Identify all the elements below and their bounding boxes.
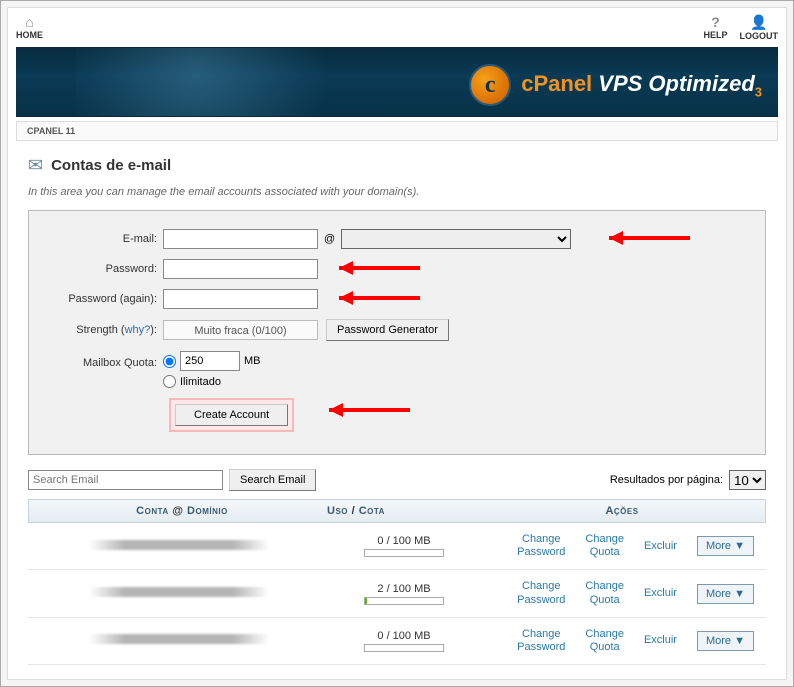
- arrow-annotation: [339, 261, 434, 275]
- create-account-form: E-mail: @ Password: Password (again): St…: [28, 210, 766, 455]
- logout-link[interactable]: 👤 LOGOUT: [740, 14, 779, 41]
- change-quota-link[interactable]: ChangeQuota: [585, 533, 624, 559]
- domain-select[interactable]: [341, 229, 571, 249]
- help-icon: ?: [703, 14, 727, 30]
- quota-unlimited-label: Ilimitado: [180, 376, 221, 388]
- page-intro: In this area you can manage the email ac…: [28, 186, 766, 198]
- table-row: 2 / 100 MB ChangePassword ChangeQuota Exclu…: [28, 570, 766, 617]
- search-input[interactable]: [28, 470, 223, 490]
- table-row: 0 / 100 MB ChangePassword ChangeQuota Exclu…: [28, 618, 766, 665]
- email-label: E-mail:: [43, 233, 163, 245]
- help-link[interactable]: ? HELP: [703, 14, 727, 41]
- top-toolbar: ⌂ HOME ? HELP 👤 LOGOUT: [8, 8, 786, 47]
- strength-label: Strength (why?):: [43, 324, 163, 336]
- logout-icon: 👤: [740, 14, 779, 31]
- create-highlight: Create Account: [169, 398, 294, 432]
- account-cell: [89, 540, 269, 550]
- results-per-page-select[interactable]: 10: [729, 470, 766, 490]
- quota-unlimited-radio[interactable]: [163, 375, 176, 388]
- home-icon: ⌂: [16, 14, 43, 30]
- delete-link[interactable]: Excluir: [644, 634, 677, 647]
- account-cell: [89, 587, 269, 597]
- change-quota-link[interactable]: ChangeQuota: [585, 580, 624, 606]
- table-header: Conta @ Domínio Uso / Cota Ações: [28, 499, 766, 523]
- brand-text: cPanel VPS Optimized3: [521, 71, 762, 99]
- help-label: HELP: [703, 30, 727, 40]
- password-label: Password:: [43, 263, 163, 275]
- table-row: 0 / 100 MB ChangePassword ChangeQuota Exclu…: [28, 523, 766, 570]
- change-password-link[interactable]: ChangePassword: [517, 533, 565, 559]
- page-title: Contas de e-mail: [51, 157, 171, 174]
- th-account[interactable]: Conta: [136, 505, 169, 517]
- th-quota[interactable]: Cota: [359, 505, 385, 517]
- quota-unit: MB: [244, 355, 261, 367]
- usage-bar: [364, 549, 444, 557]
- th-domain[interactable]: Domínio: [187, 505, 228, 517]
- strength-meter: Muito fraca (0/100): [163, 320, 318, 340]
- change-password-link[interactable]: ChangePassword: [517, 580, 565, 606]
- email-input[interactable]: [163, 229, 318, 249]
- arrow-annotation: [329, 403, 424, 417]
- create-account-button[interactable]: Create Account: [175, 404, 288, 426]
- arrow-annotation: [609, 231, 704, 245]
- password-generator-button[interactable]: Password Generator: [326, 319, 449, 341]
- password2-label: Password (again):: [43, 293, 163, 305]
- header-banner: c cPanel VPS Optimized3: [16, 47, 778, 117]
- more-button[interactable]: More ▼: [697, 631, 754, 651]
- account-cell: [89, 634, 269, 644]
- quota-label: Mailbox Quota:: [43, 351, 163, 369]
- home-link[interactable]: ⌂ HOME: [16, 14, 43, 41]
- mail-icon: ✉: [28, 155, 43, 176]
- th-actions: Ações: [487, 505, 757, 517]
- search-button[interactable]: Search Email: [229, 469, 316, 491]
- results-per-page-label: Resultados por página:: [610, 474, 723, 486]
- cpanel-logo-icon: c: [469, 64, 511, 106]
- password2-input[interactable]: [163, 289, 318, 309]
- usage-bar: [364, 644, 444, 652]
- arrow-annotation: [339, 291, 434, 305]
- home-label: HOME: [16, 30, 43, 40]
- logout-label: LOGOUT: [740, 31, 779, 41]
- change-password-link[interactable]: ChangePassword: [517, 628, 565, 654]
- delete-link[interactable]: Excluir: [644, 540, 677, 553]
- password-input[interactable]: [163, 259, 318, 279]
- quota-fixed-radio[interactable]: [163, 355, 176, 368]
- th-usage[interactable]: Uso: [327, 505, 348, 517]
- why-link[interactable]: why?: [125, 324, 151, 336]
- breadcrumb[interactable]: CPANEL 11: [16, 121, 778, 141]
- quota-input[interactable]: [180, 351, 240, 371]
- usage-bar: [364, 597, 444, 605]
- more-button[interactable]: More ▼: [697, 536, 754, 556]
- usage-cell: 0 / 100 MB: [324, 630, 484, 642]
- at-sign: @: [324, 233, 335, 245]
- change-quota-link[interactable]: ChangeQuota: [585, 628, 624, 654]
- usage-cell: 2 / 100 MB: [324, 583, 484, 595]
- usage-cell: 0 / 100 MB: [324, 535, 484, 547]
- delete-link[interactable]: Excluir: [644, 587, 677, 600]
- more-button[interactable]: More ▼: [697, 584, 754, 604]
